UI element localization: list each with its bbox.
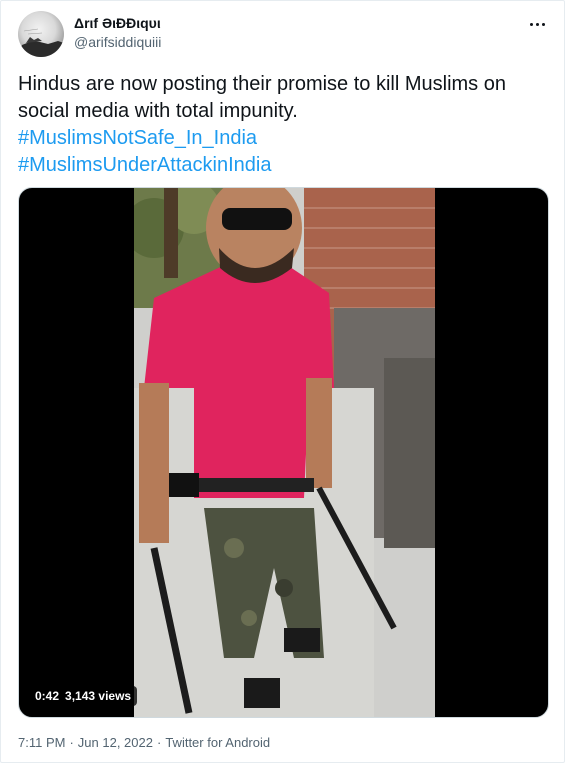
avatar[interactable] [18,11,64,57]
hashtag-link[interactable]: #MuslimsUnderAttackinIndia [18,152,553,179]
author-display-name[interactable]: Δrιf ƏιÐÐιqυι [74,15,161,31]
tweet-source: Twitter for Android [165,735,271,750]
tweet-time[interactable]: 7:11 PM [18,735,65,750]
hashtag-link[interactable]: #MuslimsNotSafe_In_India [18,125,553,152]
tweet-card: Δrιf ƏιÐÐιqυι @arifsiddiquiii Hindus are… [0,0,565,763]
author-handle[interactable]: @arifsiddiquiii [74,34,161,50]
meta-separator: · [69,735,74,750]
video-frame [134,188,435,717]
video-player[interactable]: 0:42 3,143 views [18,187,549,718]
meta-separator: · [156,735,162,750]
tweet-text-line: social media with total impunity. [18,100,298,122]
tweet-text: Hindus are now posting their promise to … [18,71,553,179]
tweet-meta: 7:11 PM · Jun 12, 2022 · Twitter for Android [18,735,270,750]
more-options-icon[interactable] [526,13,548,35]
tweet-text-line: Hindus are now posting their promise to … [18,73,506,95]
video-duration: 0:42 [35,689,60,703]
tweet-date[interactable]: Jun 12, 2022 [78,735,153,750]
video-views: 3,143 views [65,689,132,703]
video-stats-badge: 0:42 3,143 views [29,686,138,706]
